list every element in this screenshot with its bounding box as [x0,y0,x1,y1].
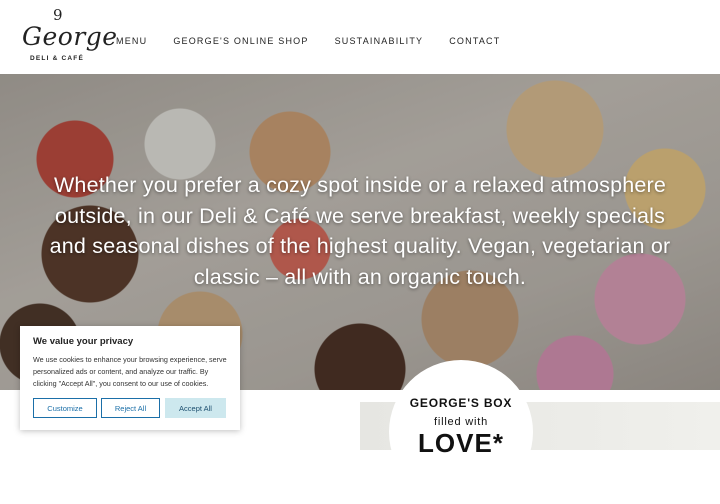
site-header: 9 George DELI & CAFÉ MENU GEORGE'S ONLIN… [0,0,720,74]
nav-online-shop[interactable]: GEORGE'S ONLINE SHOP [173,35,308,47]
badge-subtitle: filled with [433,416,489,428]
george-logo[interactable]: 9 George DELI & CAFÉ [22,6,118,66]
logo-name: George [22,22,118,51]
logo-subtitle: DELI & CAFÉ [29,55,84,62]
logo-mark: 9 [53,6,63,24]
cookie-title: We value your privacy [33,336,134,347]
nav-contact[interactable]: CONTACT [449,35,500,47]
hero-text: Whether you prefer a cozy spot inside or… [49,173,671,289]
nav-menu[interactable]: MENU [116,35,147,47]
accept-all-button[interactable]: Accept All [165,398,226,418]
nav-sustainability[interactable]: SUSTAINABILITY [335,35,424,47]
main-nav: MENU GEORGE'S ONLINE SHOP SUSTAINABILITY… [116,35,526,47]
badge-title: GEORGE'S BOX [409,396,513,410]
reject-all-button[interactable]: Reject All [101,398,160,418]
george-box-badge: GEORGE'S BOX filled with LOVE* [389,360,533,504]
customize-button[interactable]: Customize [33,398,97,418]
cookie-description: We use cookies to enhance your browsing … [33,355,227,388]
badge-love: LOVE* [418,428,504,458]
cookie-banner: We value your privacy We use cookies to … [20,326,240,430]
